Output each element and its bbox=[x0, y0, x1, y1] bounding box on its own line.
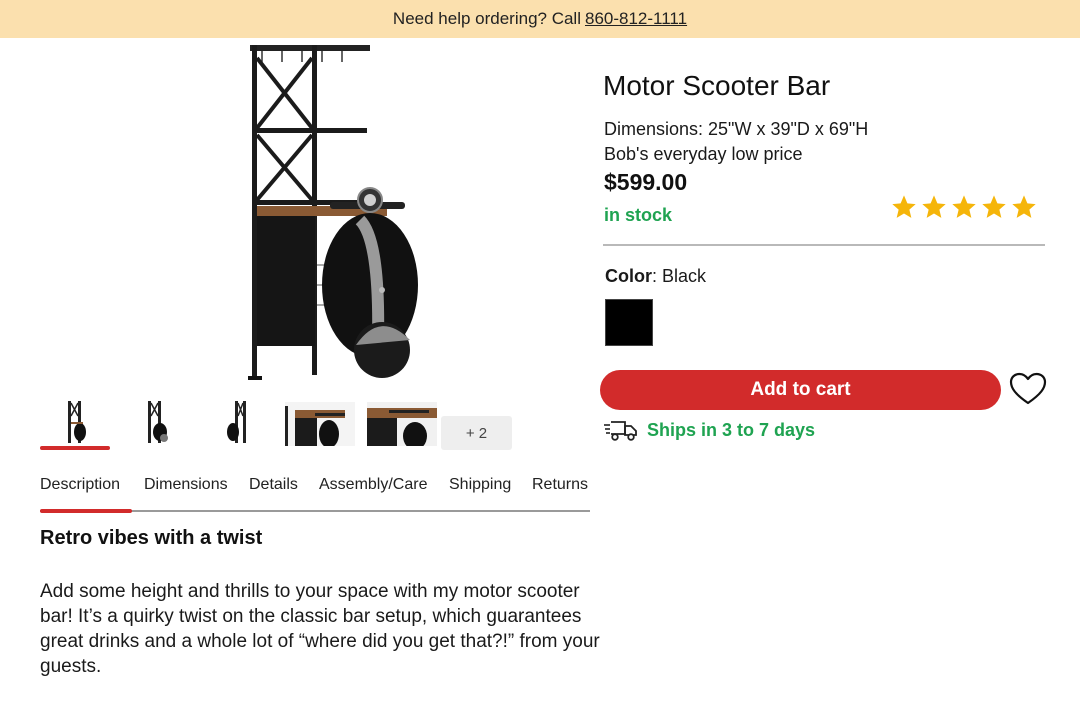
price-note: Bob's everyday low price bbox=[604, 144, 803, 164]
help-banner-text: Need help ordering? Call bbox=[392, 9, 581, 28]
color-swatch-black[interactable] bbox=[605, 299, 653, 346]
product-price: $599.00 bbox=[604, 169, 688, 195]
thumbnail-4[interactable] bbox=[285, 398, 355, 448]
tab-dimensions[interactable]: Dimensions bbox=[144, 476, 228, 494]
product-title: Motor Scooter Bar bbox=[603, 70, 831, 101]
description-body: Add some height and thrills to your spac… bbox=[40, 581, 600, 677]
color-selection-label: Color: Black bbox=[605, 266, 707, 286]
help-banner: Need help ordering? Call 860-812-1111 bbox=[0, 0, 1080, 38]
tab-shipping[interactable]: Shipping bbox=[449, 476, 511, 494]
tab-returns[interactable]: Returns bbox=[532, 476, 588, 494]
active-tab-indicator bbox=[40, 509, 132, 513]
star-icon bbox=[982, 195, 1006, 218]
tab-assembly-care[interactable]: Assembly/Care bbox=[319, 476, 427, 494]
color-label: Color bbox=[605, 266, 652, 286]
thumbnail-2[interactable] bbox=[122, 398, 192, 446]
stock-status: in stock bbox=[604, 205, 673, 225]
thumbnail-3[interactable] bbox=[203, 398, 273, 446]
shipping-info: Ships in 3 to 7 days bbox=[603, 418, 815, 442]
thumbnail-1[interactable] bbox=[40, 398, 110, 450]
help-phone-link[interactable]: 860-812-1111 bbox=[585, 9, 687, 29]
color-value: Black bbox=[662, 266, 707, 286]
product-main-image[interactable] bbox=[220, 40, 460, 390]
heart-icon[interactable] bbox=[1009, 372, 1047, 406]
rating-stars[interactable] bbox=[890, 193, 1038, 221]
description-heading: Retro vibes with a twist bbox=[40, 527, 263, 549]
star-icon bbox=[952, 195, 976, 218]
star-icon bbox=[922, 195, 946, 218]
product-info-tabs: Description Dimensions Details Assembly/… bbox=[40, 472, 590, 513]
more-images-button[interactable]: + 2 bbox=[441, 416, 512, 450]
shipping-text: Ships in 3 to 7 days bbox=[647, 419, 816, 440]
star-icon bbox=[892, 195, 916, 218]
thumbnail-strip: + 2 bbox=[40, 398, 520, 454]
add-to-cart-button[interactable]: Add to cart bbox=[600, 370, 1001, 410]
thumbnail-5[interactable] bbox=[367, 398, 437, 450]
star-icon bbox=[1012, 195, 1036, 218]
tab-details[interactable]: Details bbox=[249, 476, 298, 494]
delivery-truck-icon bbox=[604, 421, 637, 441]
tab-description[interactable]: Description bbox=[40, 476, 120, 494]
product-dimensions: Dimensions: 25"W x 39"D x 69"H bbox=[604, 119, 869, 139]
section-divider bbox=[603, 244, 1045, 246]
